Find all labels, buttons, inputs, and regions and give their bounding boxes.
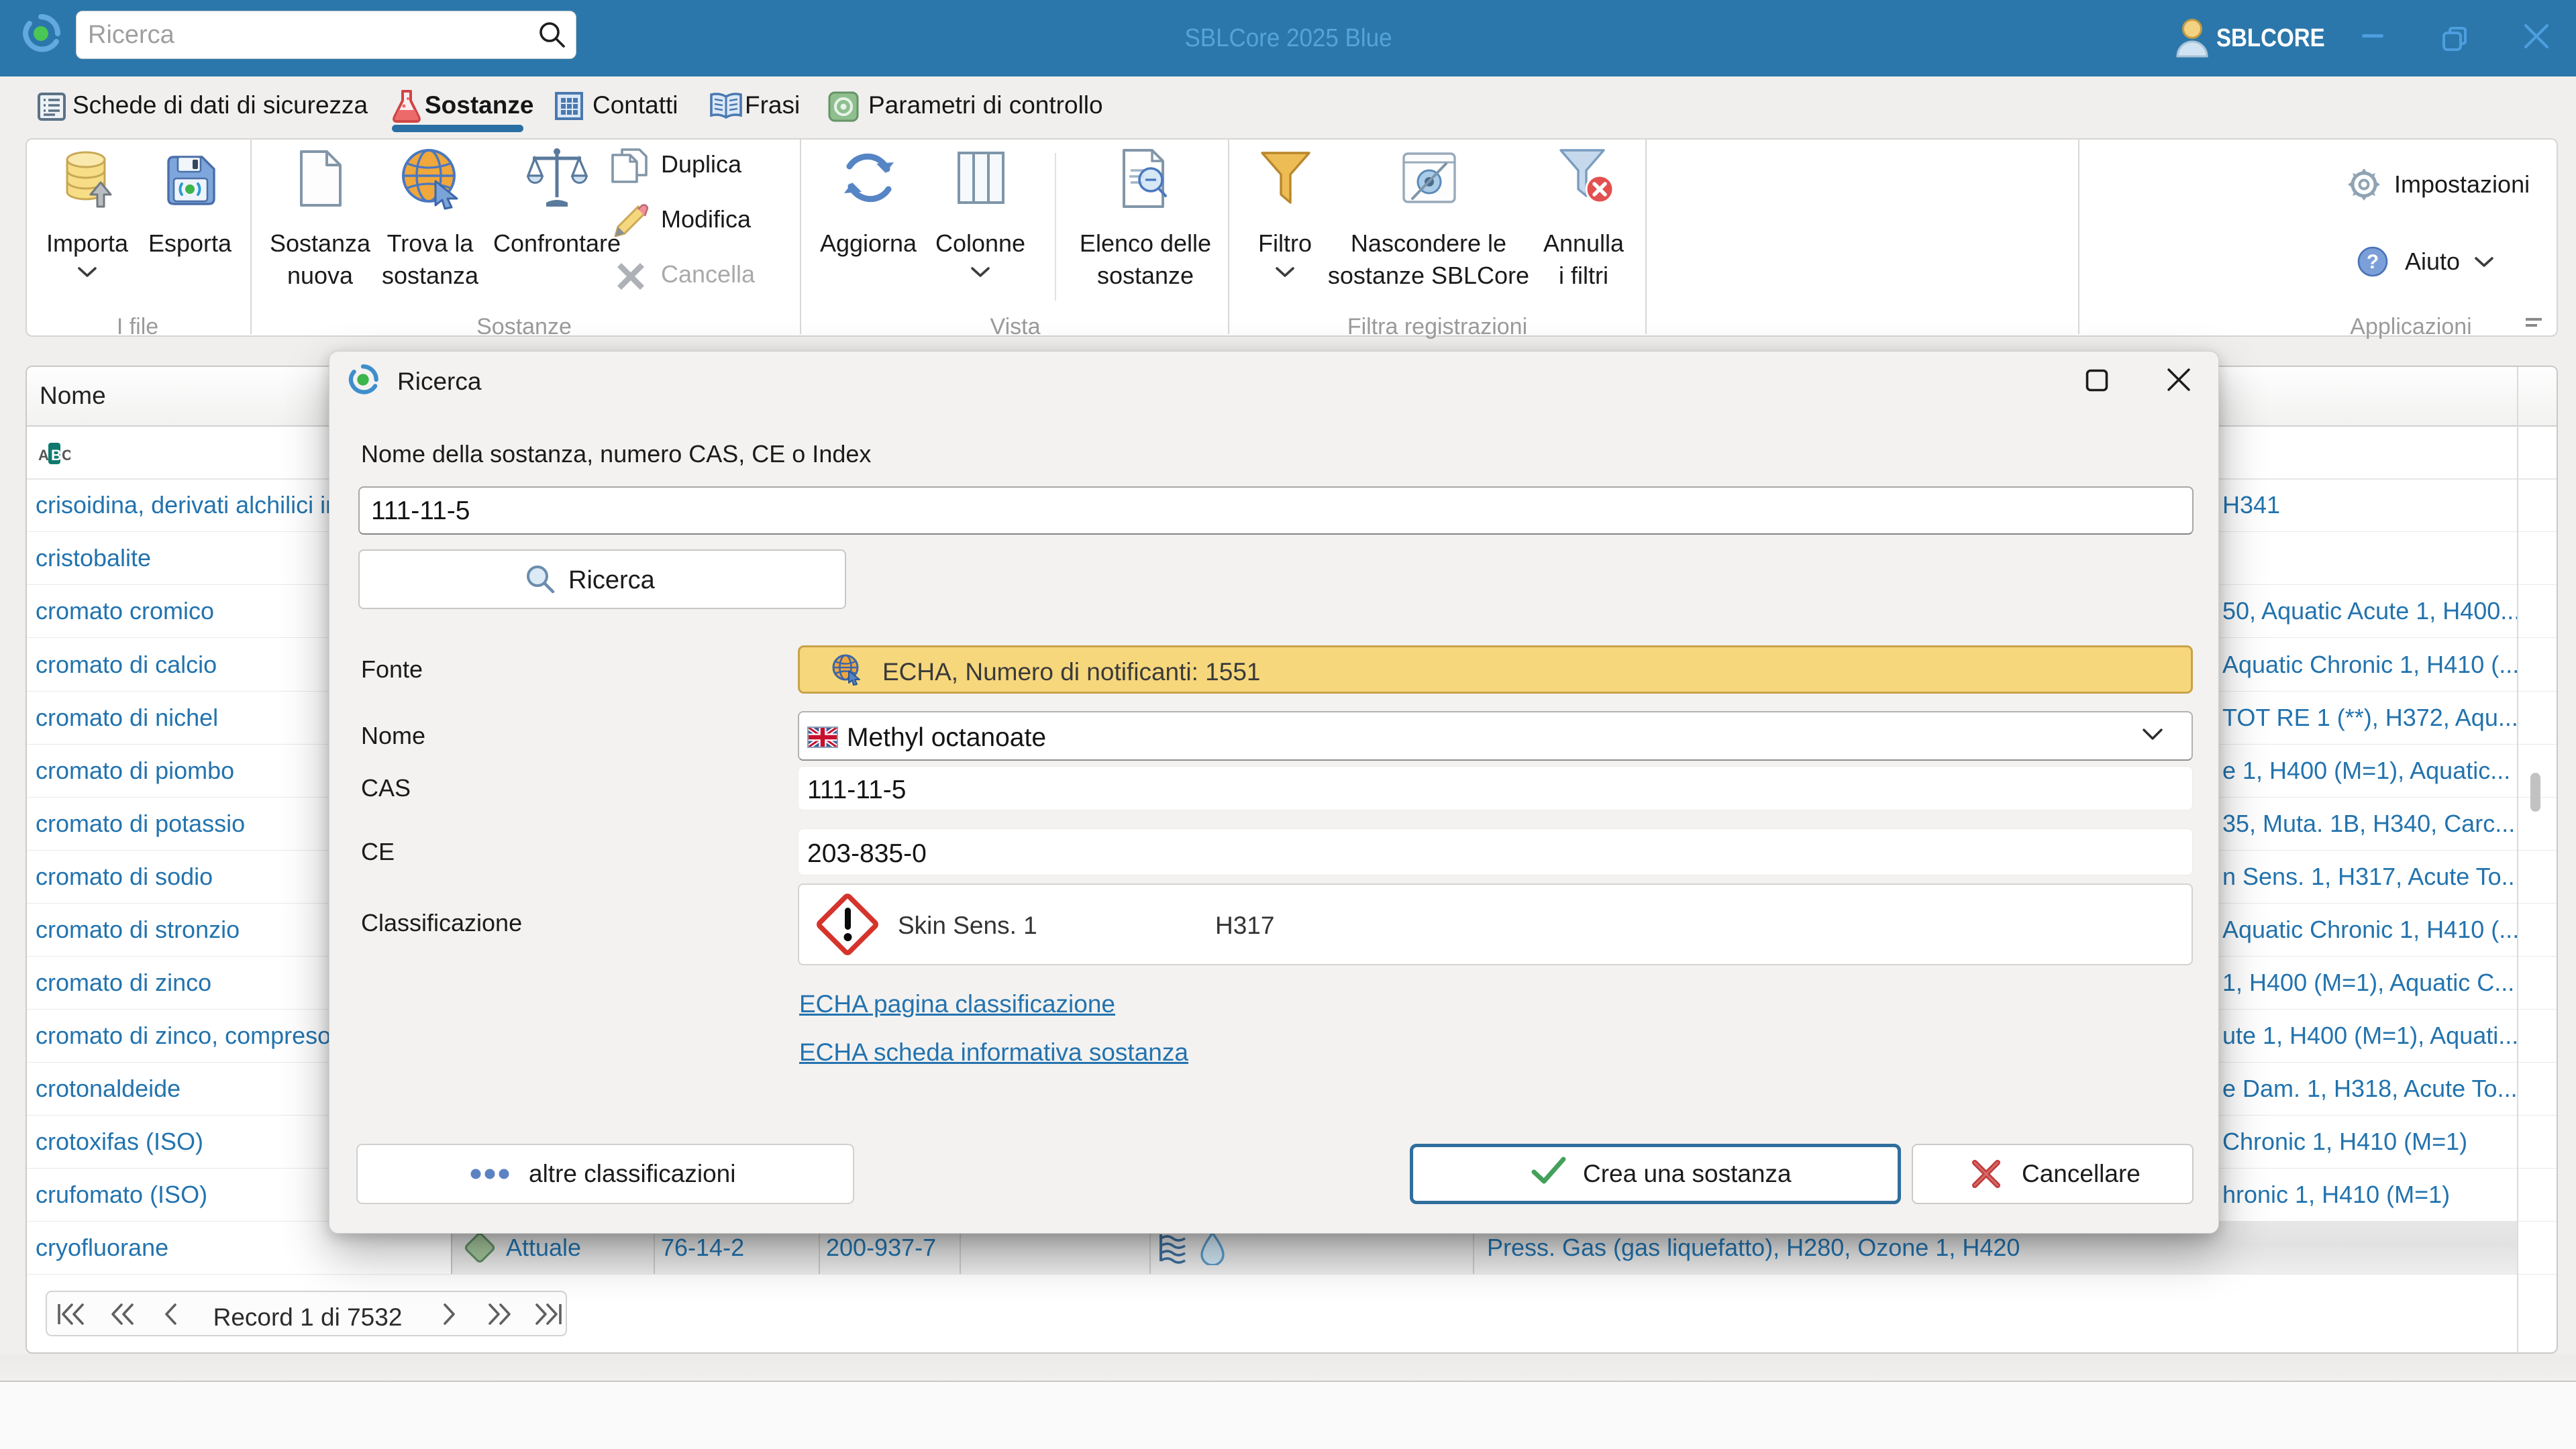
svg-text:A: A — [38, 447, 49, 464]
svg-text:?: ? — [2367, 251, 2379, 273]
svg-text:B: B — [51, 447, 62, 464]
svg-text:C: C — [62, 447, 70, 464]
